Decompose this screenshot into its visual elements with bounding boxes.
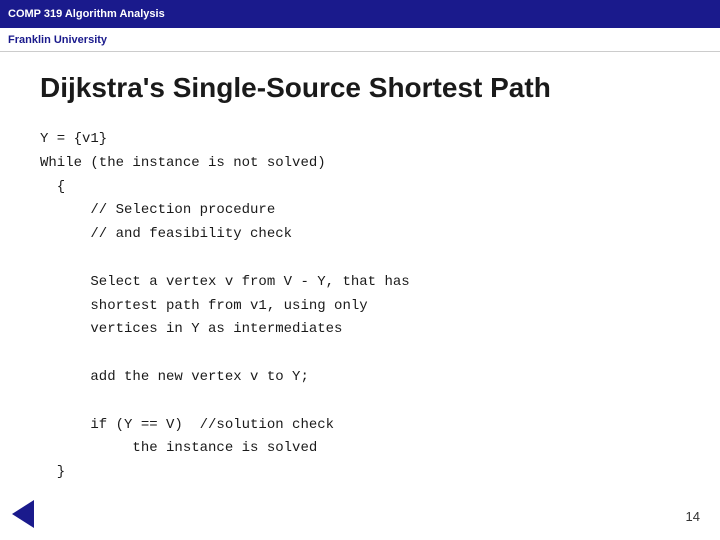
university-title: Franklin University	[8, 34, 107, 46]
sub-bar: Franklin University	[0, 28, 720, 52]
code-block: Y = {v1} While (the instance is not solv…	[40, 128, 680, 485]
main-content: Dijkstra's Single-Source Shortest Path Y…	[0, 52, 720, 505]
slide-title: Dijkstra's Single-Source Shortest Path	[40, 72, 680, 104]
top-bar: COMP 319 Algorithm Analysis	[0, 0, 720, 28]
top-bar-arrow-icon	[702, 0, 720, 28]
page-number: 14	[686, 509, 700, 524]
course-title: COMP 319 Algorithm Analysis	[0, 8, 173, 20]
bottom-left-arrow-icon[interactable]	[12, 500, 34, 528]
